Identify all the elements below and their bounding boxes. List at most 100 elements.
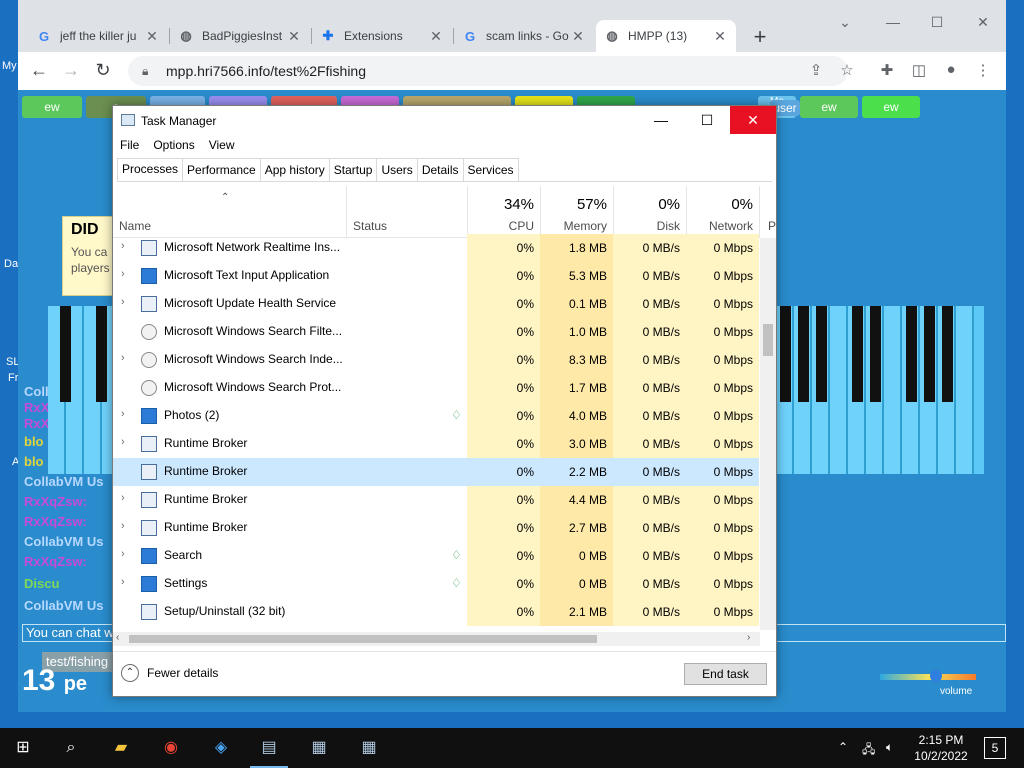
network-icon[interactable]: 🖧︎ — [862, 740, 875, 761]
menu-file[interactable]: File — [113, 136, 146, 156]
back-icon[interactable]: ← — [28, 60, 50, 81]
browser-tab[interactable]: G scam links - Go ✕ — [454, 20, 594, 52]
piano-black-key[interactable] — [906, 306, 917, 402]
expand-chevron-icon[interactable]: › — [121, 268, 131, 280]
piano-black-key[interactable] — [852, 306, 863, 402]
expand-chevron-icon[interactable]: › — [121, 408, 131, 420]
piano-black-key[interactable] — [870, 306, 881, 402]
top-button[interactable]: ew — [800, 96, 858, 118]
search-icon[interactable]: ⌕ — [58, 735, 84, 761]
tab-app-history[interactable]: App history — [259, 158, 330, 181]
column-status[interactable]: Status — [353, 219, 387, 233]
show-hidden-icons-icon[interactable]: ⌃ — [838, 740, 848, 754]
profile-icon[interactable]: ● — [940, 61, 962, 78]
piano-black-key[interactable] — [96, 306, 107, 402]
disk-total[interactable]: 0% — [613, 196, 680, 213]
desktop-icon-label[interactable]: My — [2, 60, 17, 72]
process-row[interactable]: › Runtime Broker 0% 4.4 MB 0 MB/s 0 Mbps — [113, 486, 759, 514]
reload-icon[interactable]: ↻ — [92, 60, 114, 81]
memory-total[interactable]: 57% — [540, 196, 607, 213]
expand-chevron-icon[interactable]: › — [121, 520, 131, 532]
new-tab-button[interactable]: + — [748, 24, 772, 50]
browser-tab[interactable]: ◍ BadPiggiesInst ✕ — [170, 20, 310, 52]
process-row[interactable]: Runtime Broker 0% 2.2 MB 0 MB/s 0 Mbps — [113, 458, 759, 486]
top-button[interactable]: ew — [862, 96, 920, 118]
process-row[interactable]: › Microsoft Windows Search Inde... 0% 8.3 M… — [113, 346, 759, 374]
piano-black-key[interactable] — [798, 306, 809, 402]
process-row[interactable]: Microsoft Windows Search Filte... 0% 1.0 M… — [113, 318, 759, 346]
menu-view[interactable]: View — [202, 136, 242, 156]
expand-chevron-icon[interactable]: › — [121, 240, 131, 252]
share-icon[interactable]: ⇪ — [805, 61, 827, 79]
bookmark-star-icon[interactable]: ☆ — [836, 61, 858, 79]
forward-icon[interactable]: → — [60, 60, 82, 81]
scroll-right-icon[interactable]: › — [747, 632, 750, 643]
piano-black-key[interactable] — [942, 306, 953, 402]
side-panel-icon[interactable]: ◫ — [908, 61, 930, 79]
process-row[interactable]: › Settings ♢ 0% 0 MB 0 MB/s 0 Mbps — [113, 570, 759, 598]
volume-knob[interactable] — [930, 670, 942, 682]
scroll-left-icon[interactable]: ‹ — [116, 632, 119, 643]
minimize-icon[interactable]: — — [878, 14, 908, 30]
system-clock[interactable]: 2:15 PM 10/2/2022 — [906, 732, 976, 764]
tab-performance[interactable]: Performance — [182, 158, 261, 181]
close-tab-icon[interactable]: ✕ — [144, 28, 160, 45]
app-icon[interactable]: ◈ — [208, 735, 234, 761]
expand-chevron-icon[interactable]: › — [121, 492, 131, 504]
browser-tab[interactable]: ✚ Extensions ✕ — [312, 20, 452, 52]
close-window-icon[interactable]: ✕ — [968, 14, 998, 31]
app-icon[interactable]: ▦ — [356, 735, 382, 761]
maximize-button[interactable]: ☐ — [684, 106, 730, 134]
column-power[interactable]: P — [768, 219, 776, 233]
process-row[interactable]: › Runtime Broker 0% 3.0 MB 0 MB/s 0 Mbps — [113, 430, 759, 458]
task-manager-taskbar-icon[interactable]: ▤ — [250, 735, 288, 768]
top-button[interactable]: ew — [22, 96, 82, 118]
process-row[interactable]: › Microsoft Update Health Service 0% 0.1 MB… — [113, 290, 759, 318]
piano-white-key[interactable] — [956, 306, 974, 474]
process-row[interactable]: › Microsoft Network Realtime Ins... 0% 1.8 … — [113, 234, 759, 262]
maximize-icon[interactable]: ☐ — [922, 14, 952, 31]
column-cpu[interactable]: CPU — [467, 219, 534, 233]
scrollbar-thumb[interactable] — [763, 324, 773, 356]
desktop-icon-label[interactable]: Fr — [8, 372, 18, 384]
close-tab-icon[interactable]: ✕ — [570, 28, 586, 45]
minimize-button[interactable]: — — [638, 106, 684, 134]
piano-black-key[interactable] — [780, 306, 791, 402]
expand-chevron-icon[interactable]: › — [121, 548, 131, 560]
network-total[interactable]: 0% — [686, 196, 753, 213]
title-bar[interactable]: Task Manager — ☐ ✕ — [113, 106, 776, 136]
menu-options[interactable]: Options — [146, 136, 201, 156]
process-row[interactable]: › Microsoft Text Input Application 0% 5.3 M… — [113, 262, 759, 290]
process-row[interactable]: › Search ♢ 0% 0 MB 0 MB/s 0 Mbps — [113, 542, 759, 570]
piano-keyboard[interactable] — [776, 306, 984, 474]
lock-icon[interactable]: 🔒︎ — [142, 64, 156, 79]
column-network[interactable]: Network — [686, 219, 753, 233]
end-task-button[interactable]: End task — [684, 663, 767, 685]
fewer-details-button[interactable]: ⌃ Fewer details — [121, 664, 218, 682]
tab-processes[interactable]: Processes — [117, 158, 184, 181]
column-disk[interactable]: Disk — [613, 219, 680, 233]
piano-white-key[interactable] — [884, 306, 902, 474]
column-memory[interactable]: Memory — [540, 219, 607, 233]
notifications-icon[interactable]: 5 — [984, 737, 1006, 759]
browser-tab-active[interactable]: ◍ HMPP (13) ✕ — [596, 20, 736, 52]
browser-tab[interactable]: G jeff the killer ju ✕ — [28, 20, 168, 52]
piano-black-key[interactable] — [924, 306, 935, 402]
piano-keyboard[interactable] — [48, 306, 120, 474]
start-windows-icon[interactable]: ⊞ — [10, 735, 36, 761]
piano-white-key[interactable] — [830, 306, 848, 474]
vertical-scrollbar[interactable] — [760, 238, 776, 630]
volume-icon[interactable]: 🔈︎ — [886, 740, 893, 755]
piano-black-key[interactable] — [816, 306, 827, 402]
address-bar[interactable]: 🔒︎ mpp.hri7566.info/test%2Ffishing — [128, 56, 848, 86]
tab-services[interactable]: Services — [462, 158, 519, 181]
column-name[interactable]: Name — [119, 219, 151, 233]
cpu-total[interactable]: 34% — [467, 196, 534, 213]
close-tab-icon[interactable]: ✕ — [712, 28, 728, 45]
app-icon[interactable]: ▦ — [306, 735, 332, 761]
scrollbar-thumb[interactable] — [129, 635, 597, 643]
expand-chevron-icon[interactable]: › — [121, 352, 131, 364]
close-button[interactable]: ✕ — [730, 106, 776, 134]
expand-chevron-icon[interactable]: › — [121, 436, 131, 448]
extensions-icon[interactable]: ✚ — [876, 61, 898, 79]
